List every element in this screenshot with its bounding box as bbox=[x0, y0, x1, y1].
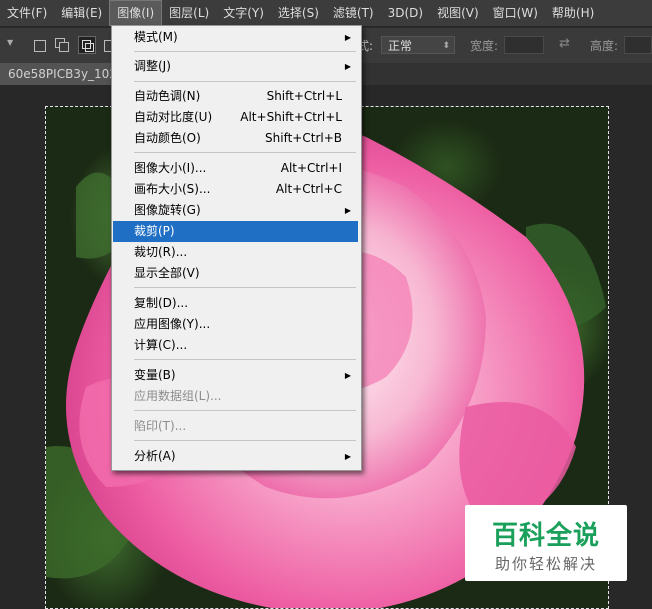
submenu-arrow-icon: ▶ bbox=[344, 33, 351, 42]
menu-item-auto-contrast[interactable]: 自动对比度(U) Alt+Shift+Ctrl+L bbox=[113, 107, 358, 128]
submenu-arrow-icon: ▶ bbox=[344, 452, 351, 461]
menu-select[interactable]: 选择(S) bbox=[271, 0, 326, 26]
menu-edit[interactable]: 编辑(E) bbox=[54, 0, 109, 26]
menu-filter[interactable]: 滤镜(T) bbox=[326, 0, 381, 26]
watermark-subtitle: 助你轻松解决 bbox=[494, 555, 597, 573]
add-to-selection-icon[interactable] bbox=[55, 38, 69, 52]
style-select[interactable]: 正常 ⬍ bbox=[381, 36, 455, 54]
menu-item-image-rotation[interactable]: 图像旋转(G) ▶ bbox=[113, 200, 358, 221]
menu-item-calculations[interactable]: 计算(C)... bbox=[113, 335, 358, 356]
watermark-logo: 百科全说 助你轻松解决 bbox=[465, 505, 627, 581]
width-label: 宽度: bbox=[470, 39, 499, 53]
document-tab[interactable]: 60e58PICB3y_1024 bbox=[0, 63, 114, 85]
menu-item-apply-image[interactable]: 应用图像(Y)... bbox=[113, 314, 358, 335]
swap-icon[interactable]: ⇄ bbox=[559, 36, 570, 51]
height-input[interactable] bbox=[624, 36, 652, 54]
width-input[interactable] bbox=[504, 36, 544, 54]
menu-item-image-size[interactable]: 图像大小(I)... Alt+Ctrl+I bbox=[113, 158, 358, 179]
new-selection-icon[interactable] bbox=[34, 40, 46, 52]
menu-item-apply-data-set[interactable]: 应用数据组(L)... bbox=[113, 386, 358, 407]
menu-item-variables[interactable]: 变量(B) ▶ bbox=[113, 365, 358, 386]
menu-view[interactable]: 视图(V) bbox=[430, 0, 486, 26]
menu-item-auto-tone[interactable]: 自动色调(N) Shift+Ctrl+L bbox=[113, 86, 358, 107]
submenu-arrow-icon: ▶ bbox=[344, 206, 351, 215]
menu-help[interactable]: 帮助(H) bbox=[545, 0, 601, 26]
menu-item-duplicate[interactable]: 复制(D)... bbox=[113, 293, 358, 314]
menu-item-adjustments[interactable]: 调整(J) ▶ bbox=[113, 56, 358, 77]
menu-window[interactable]: 窗口(W) bbox=[486, 0, 545, 26]
menu-separator bbox=[134, 81, 356, 82]
menu-separator bbox=[134, 51, 356, 52]
submenu-arrow-icon: ▶ bbox=[344, 62, 351, 71]
menu-item-reveal-all[interactable]: 显示全部(V) bbox=[113, 263, 358, 284]
menu-separator bbox=[134, 410, 356, 411]
spinner-icon: ⬍ bbox=[442, 41, 450, 51]
style-value: 正常 bbox=[388, 39, 413, 53]
menu-separator bbox=[134, 152, 356, 153]
menu-item-trap[interactable]: 陷印(T)... bbox=[113, 416, 358, 437]
menu-layer[interactable]: 图层(L) bbox=[162, 0, 216, 26]
watermark-title: 百科全说 bbox=[491, 521, 600, 551]
menu-item-crop[interactable]: 裁剪(P) bbox=[113, 221, 358, 242]
menu-3d[interactable]: 3D(D) bbox=[381, 0, 430, 26]
menu-separator bbox=[134, 440, 356, 441]
menu-item-mode[interactable]: 模式(M) ▶ bbox=[113, 27, 358, 48]
menu-item-trim[interactable]: 裁切(R)... bbox=[113, 242, 358, 263]
menu-separator bbox=[134, 287, 356, 288]
menu-item-auto-color[interactable]: 自动颜色(O) Shift+Ctrl+B bbox=[113, 128, 358, 149]
image-menu-dropdown: 模式(M) ▶ 调整(J) ▶ 自动色调(N) Shift+Ctrl+L 自动对… bbox=[111, 25, 362, 471]
menu-type[interactable]: 文字(Y) bbox=[216, 0, 271, 26]
tool-preset-dropdown-icon[interactable]: ▼ bbox=[7, 38, 13, 47]
subtract-from-selection-icon[interactable] bbox=[78, 36, 96, 54]
menu-item-canvas-size[interactable]: 画布大小(S)... Alt+Ctrl+C bbox=[113, 179, 358, 200]
submenu-arrow-icon: ▶ bbox=[344, 371, 351, 380]
menu-bar: 文件(F) 编辑(E) 图像(I) 图层(L) 文字(Y) 选择(S) 滤镜(T… bbox=[0, 0, 652, 26]
height-label: 高度: bbox=[590, 39, 619, 53]
menu-separator bbox=[134, 359, 356, 360]
menu-item-analysis[interactable]: 分析(A) ▶ bbox=[113, 446, 358, 467]
menu-file[interactable]: 文件(F) bbox=[0, 0, 54, 26]
menu-image[interactable]: 图像(I) bbox=[109, 0, 163, 26]
